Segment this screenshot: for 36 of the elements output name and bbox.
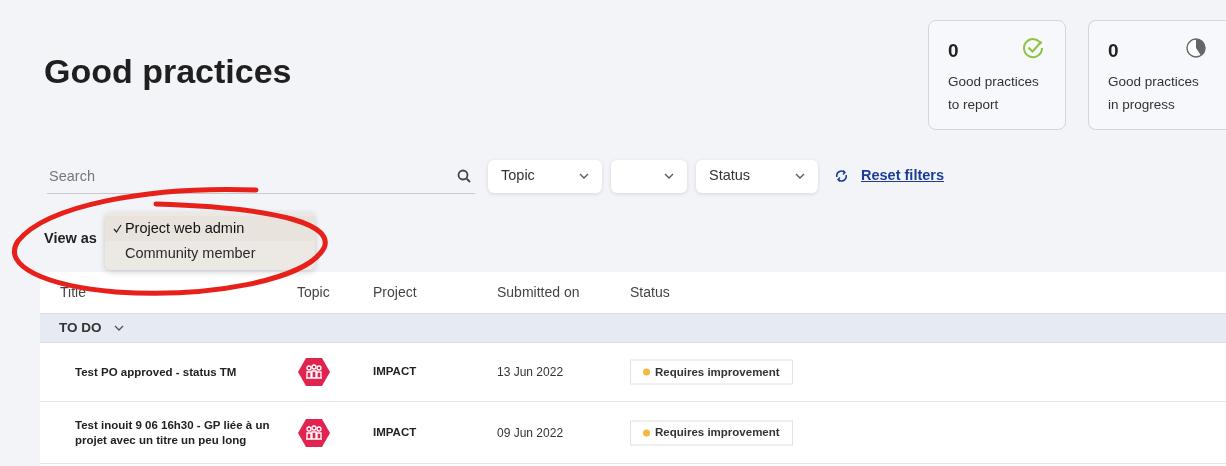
title-cell-text: Test inouit 9 06 16h30 - GP liée à un projet avec un titre un peu long [75, 417, 271, 448]
menu-option[interactable]: Community member [104, 241, 315, 266]
filter-dropdown[interactable]: Status [696, 159, 818, 193]
filter-dropdown[interactable]: Topic [488, 159, 602, 193]
date-cell-text: 09 Jun 2022 [497, 424, 564, 442]
chevron-down-icon [113, 325, 124, 331]
stat-label: Good practices in progress [1108, 72, 1200, 114]
column-header: Submitted on [497, 283, 580, 302]
people-group-icon [297, 417, 331, 448]
column-header: Topic [297, 283, 330, 302]
column-header: Project [373, 283, 417, 302]
checkmark-icon [112, 224, 122, 233]
chevron-down-icon [795, 173, 805, 179]
search-field[interactable]: Search [47, 160, 437, 191]
column-header: Status [630, 283, 670, 302]
pie-chart-icon [1186, 38, 1206, 58]
project-cell-text: IMPACT [373, 424, 417, 440]
date-cell-text: 13 Jun 2022 [497, 364, 564, 381]
menu-option[interactable]: Project web admin [104, 216, 315, 241]
chevron-down-icon [664, 173, 674, 179]
status-badge: Requires improvement [630, 359, 793, 385]
page-title: Good practices [44, 51, 292, 92]
project-cell-text: IMPACT [373, 364, 417, 380]
search-icon[interactable] [457, 168, 471, 183]
status-badge: Requires improvement [630, 420, 793, 445]
check-circle-icon [1021, 36, 1045, 60]
stat-label: Good practices to report [948, 72, 1040, 114]
chevron-down-icon [579, 173, 589, 179]
title-cell-text: Test PO approved - status TM [75, 364, 238, 380]
refresh-icon[interactable] [835, 169, 848, 183]
stat-value: 0 [1108, 39, 1119, 63]
view-as-label: View as [44, 229, 97, 248]
group-header[interactable]: TO DO [40, 313, 1226, 343]
stat-value: 0 [948, 39, 959, 63]
reset-filters-link[interactable]: Reset filters [861, 165, 944, 187]
people-group-icon [297, 357, 331, 387]
